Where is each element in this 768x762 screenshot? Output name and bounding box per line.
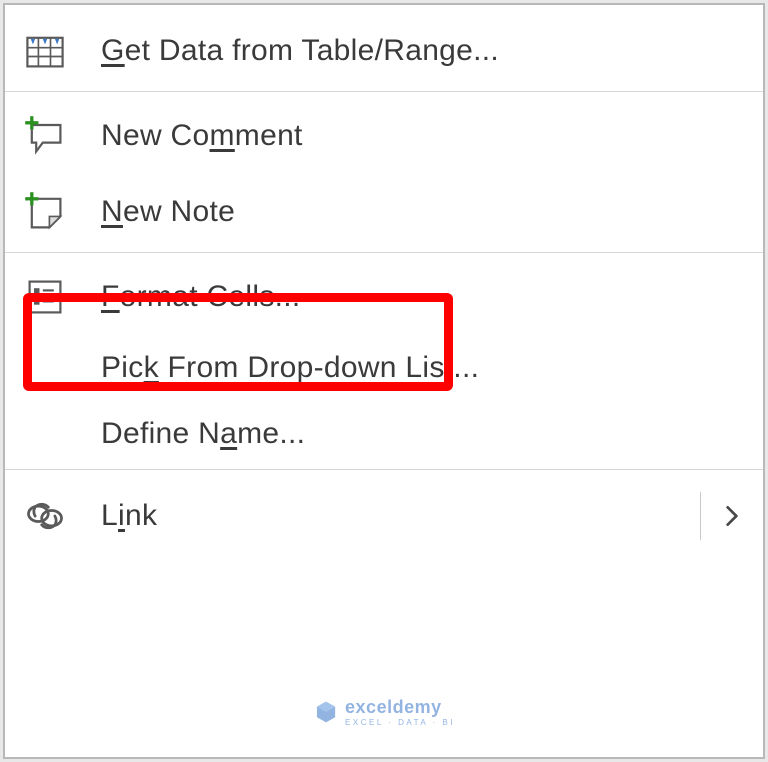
menu-item-new-comment[interactable]: New Comment xyxy=(5,91,763,174)
menu-item-new-note[interactable]: New Note xyxy=(5,174,763,250)
menu-label: Link xyxy=(101,499,680,533)
note-icon xyxy=(23,190,101,234)
format-cells-icon xyxy=(23,275,101,319)
watermark-logo-icon xyxy=(313,699,339,725)
menu-label: Define Name... xyxy=(101,417,745,451)
menu-item-format-cells[interactable]: Format Cells... xyxy=(5,252,763,335)
table-range-icon xyxy=(23,29,101,73)
menu-item-pick-dropdown[interactable]: Pick From Drop-down List... xyxy=(5,335,763,401)
watermark-sub-text: EXCEL · DATA · BI xyxy=(345,718,455,727)
context-menu: Get Data from Table/Range... New Comment xyxy=(3,3,765,759)
menu-label: Pick From Drop-down List... xyxy=(101,351,745,385)
menu-label: New Comment xyxy=(101,119,745,153)
menu-item-get-data[interactable]: Get Data from Table/Range... xyxy=(5,13,763,89)
menu-label: New Note xyxy=(101,195,745,229)
menu-label: Get Data from Table/Range... xyxy=(101,34,745,68)
submenu-chevron-icon xyxy=(700,492,745,540)
link-icon xyxy=(23,494,101,538)
watermark-main-text: exceldemy xyxy=(345,697,455,718)
menu-label: Format Cells... xyxy=(101,280,745,314)
comment-icon xyxy=(23,114,101,158)
watermark: exceldemy EXCEL · DATA · BI xyxy=(313,697,455,727)
menu-item-link[interactable]: Link xyxy=(5,469,763,556)
menu-item-define-name[interactable]: Define Name... xyxy=(5,401,763,467)
